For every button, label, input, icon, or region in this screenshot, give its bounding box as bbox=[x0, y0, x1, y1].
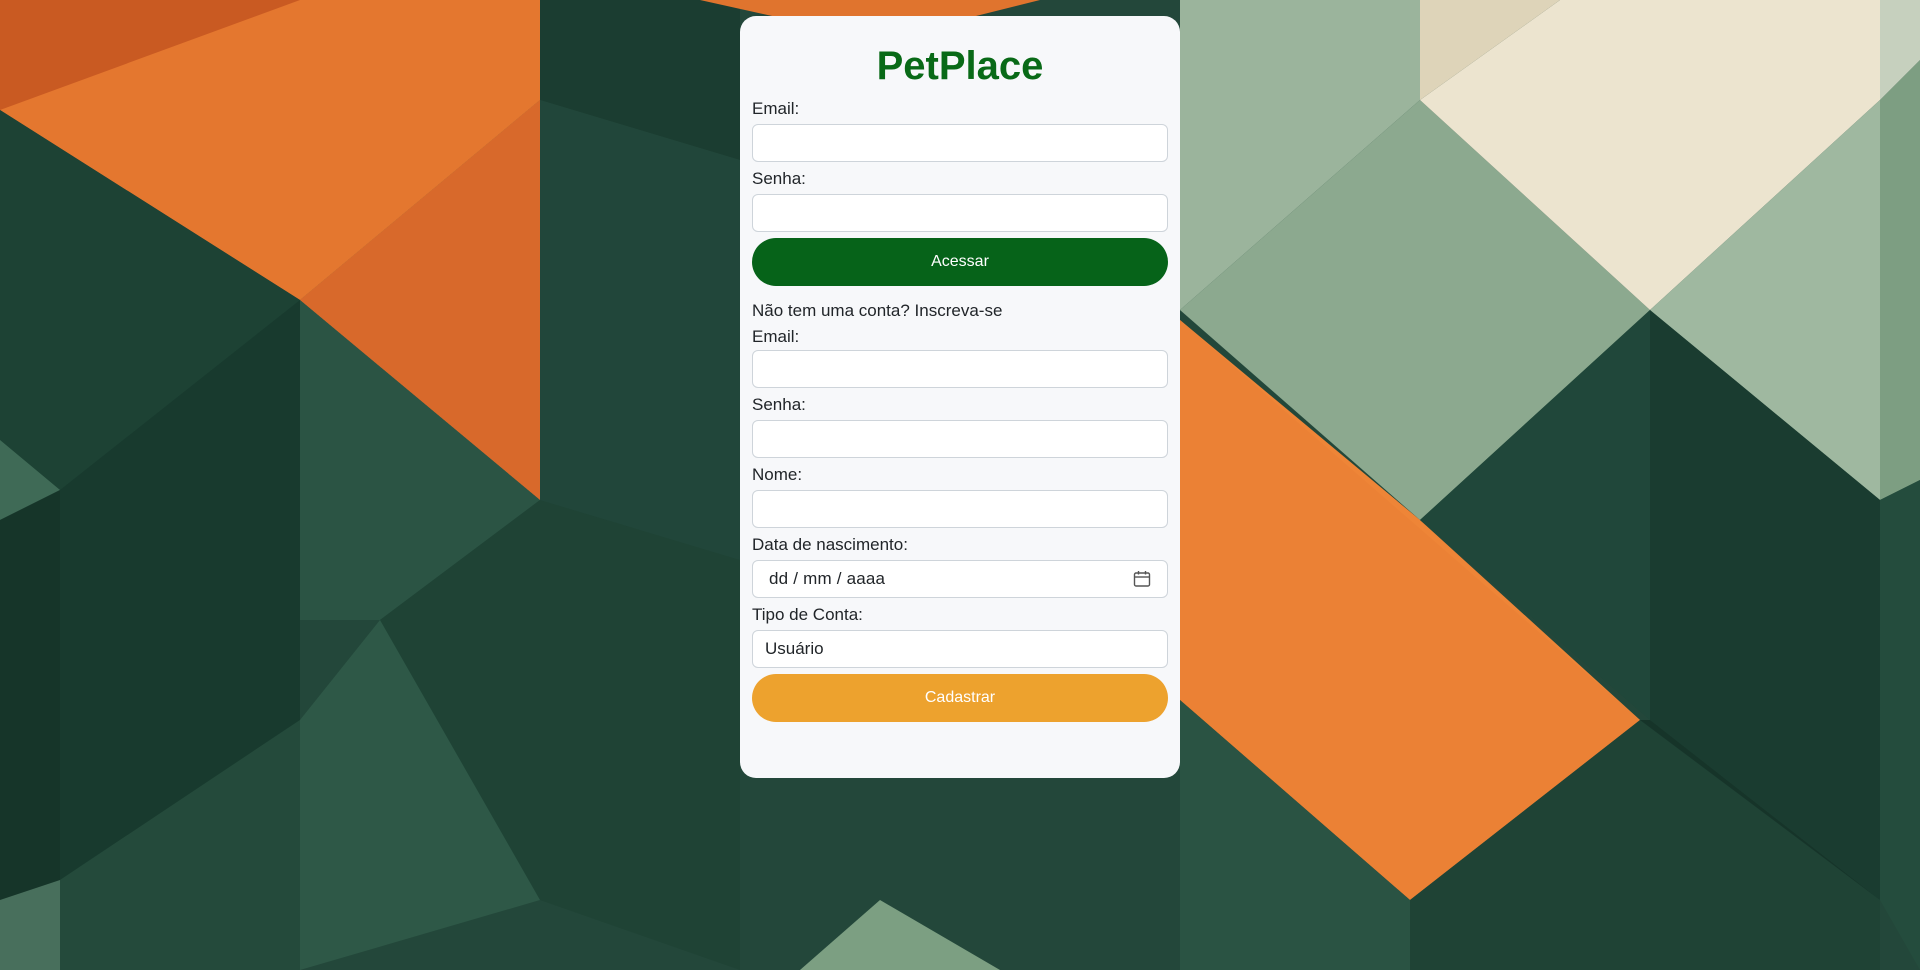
signup-email-input[interactable] bbox=[752, 350, 1168, 388]
signup-password-input[interactable] bbox=[752, 420, 1168, 458]
app-title: PetPlace bbox=[876, 44, 1044, 88]
login-password-label: Senha: bbox=[752, 169, 806, 188]
signup-email-label: Email: bbox=[752, 327, 800, 346]
signup-form: Email: Senha: Nome: Data de nascimento: … bbox=[752, 324, 1168, 722]
signup-password-label: Senha: bbox=[752, 395, 806, 414]
login-form: Email: Senha: Acessar bbox=[752, 92, 1168, 286]
login-email-label: Email: bbox=[752, 99, 800, 118]
account-type-value: Usuário bbox=[765, 639, 824, 658]
account-type-select[interactable]: Usuário bbox=[752, 630, 1168, 668]
calendar-icon[interactable] bbox=[1133, 570, 1151, 588]
signup-submit-button[interactable]: Cadastrar bbox=[752, 674, 1168, 722]
login-submit-button[interactable]: Acessar bbox=[752, 238, 1168, 286]
signup-name-label: Nome: bbox=[752, 465, 803, 484]
auth-card: PetPlace Email: Senha: Acessar Não tem u… bbox=[740, 16, 1180, 778]
birthdate-input[interactable]: dd / mm / aaaa bbox=[752, 560, 1168, 598]
signup-birthdate-label: Data de nascimento: bbox=[752, 535, 908, 554]
login-email-input[interactable] bbox=[752, 124, 1168, 162]
signup-name-input[interactable] bbox=[752, 490, 1168, 528]
signup-account-type-label: Tipo de Conta: bbox=[752, 605, 863, 624]
login-password-input[interactable] bbox=[752, 194, 1168, 232]
birthdate-placeholder: dd / mm / aaaa bbox=[769, 569, 886, 588]
signup-prompt: Não tem uma conta? Inscreva-se bbox=[752, 301, 1003, 320]
